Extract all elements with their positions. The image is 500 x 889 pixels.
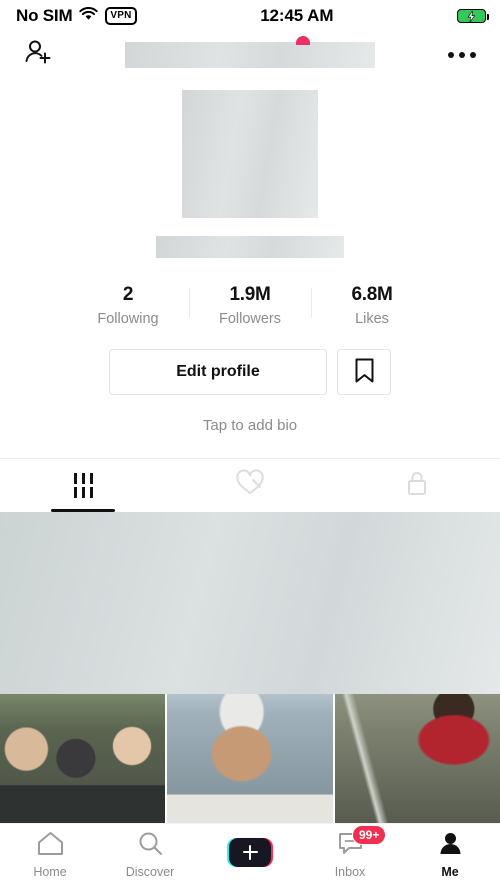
vpn-badge: VPN: [105, 7, 137, 25]
stat-followers[interactable]: 1.9M Followers: [189, 284, 311, 327]
stat-value: 6.8M: [351, 284, 393, 305]
video-grid: 513.5K 125.1K 61.3K: [0, 512, 500, 823]
home-icon: [37, 831, 64, 861]
bookmark-icon: [354, 358, 375, 387]
profile-section: 2 Following 1.9M Followers 6.8M Likes Ed…: [0, 78, 500, 434]
tiktok-profile-screen: No SIM VPN 12:45 AM 2 Following 1.9M Fol…: [0, 0, 500, 889]
stat-label: Likes: [355, 311, 389, 327]
stat-value: 1.9M: [229, 284, 271, 305]
nav-label: Discover: [125, 864, 175, 879]
stat-likes[interactable]: 6.8M Likes: [311, 284, 433, 327]
username-redacted: [125, 42, 375, 68]
nav-item-home[interactable]: Home: [0, 831, 100, 879]
tab-liked[interactable]: [167, 459, 334, 512]
clock-label: 12:45 AM: [260, 6, 334, 25]
heart-slash-icon: [235, 469, 265, 502]
grid-icon: [73, 473, 93, 498]
status-bar-left: No SIM VPN: [16, 6, 137, 26]
username-title-area[interactable]: [58, 36, 442, 68]
nav-label: Me: [441, 864, 459, 879]
nav-item-inbox[interactable]: 99+ Inbox: [300, 824, 400, 879]
nav-item-me[interactable]: Me: [400, 831, 500, 879]
nav-item-discover[interactable]: Discover: [100, 831, 200, 879]
nav-label: Inbox: [334, 864, 366, 879]
tab-private[interactable]: [333, 459, 500, 512]
profile-stats: 2 Following 1.9M Followers 6.8M Likes: [67, 284, 433, 327]
stat-label: Following: [97, 311, 159, 327]
create-icon: [227, 837, 273, 868]
profile-actions: Edit profile: [109, 349, 391, 395]
nav-item-create[interactable]: [200, 837, 300, 872]
more-options-button[interactable]: [442, 35, 482, 75]
notification-dot: [296, 36, 311, 45]
inbox-badge: 99+: [352, 824, 387, 845]
bio-placeholder[interactable]: Tap to add bio: [203, 417, 297, 434]
carrier-label: No SIM: [16, 6, 73, 25]
tab-posts[interactable]: [0, 459, 167, 512]
nav-label: Home: [33, 864, 67, 879]
stat-following[interactable]: 2 Following: [67, 284, 189, 327]
profile-tabs: [0, 458, 500, 512]
add-friend-button[interactable]: [18, 35, 58, 75]
status-bar: No SIM VPN 12:45 AM: [0, 0, 500, 32]
avatar[interactable]: [182, 90, 318, 218]
bookmark-button[interactable]: [337, 349, 391, 395]
battery-charging-icon: [457, 9, 489, 23]
edit-profile-button[interactable]: Edit profile: [109, 349, 327, 395]
wifi-icon: [79, 6, 99, 26]
handle-redacted: [156, 236, 344, 258]
status-bar-right: [457, 9, 489, 23]
profile-header: [0, 32, 500, 78]
stat-value: 2: [122, 284, 134, 305]
grid-redaction-overlay: [0, 512, 500, 694]
stat-label: Followers: [218, 311, 282, 327]
search-icon: [137, 831, 164, 861]
lock-icon: [405, 469, 429, 502]
profile-icon: [437, 831, 464, 861]
add-friend-icon: [23, 38, 53, 73]
more-options-icon: [448, 52, 476, 58]
